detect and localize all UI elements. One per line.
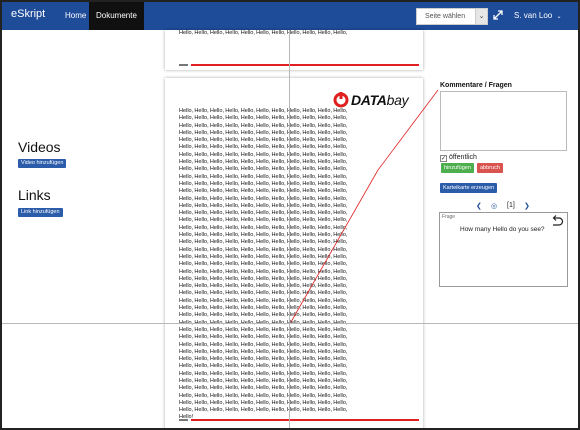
- document-page-current[interactable]: DATAbay Hello, Hello, Hello, Hello, Hell…: [165, 78, 423, 428]
- comments-title: Kommentare / Fragen: [440, 82, 512, 89]
- chevron-left-icon[interactable]: ❮: [476, 202, 482, 210]
- videos-heading: Videos: [18, 139, 61, 155]
- app-window: eSkript Home Dokumente Seite wählen ⌄ S.…: [0, 0, 580, 430]
- databay-logo: DATAbay: [333, 92, 411, 108]
- comment-textarea[interactable]: [440, 91, 567, 151]
- user-menu[interactable]: S. van Loo ⌄: [514, 11, 562, 20]
- guide-line-horizontal: [2, 323, 578, 324]
- page-footer-bar: [179, 419, 188, 421]
- public-checkbox[interactable]: ✓: [440, 155, 447, 162]
- databay-logo-icon: [333, 92, 349, 108]
- document-page-previous[interactable]: Hello, Hello, Hello, Hello, Hello, Hello…: [165, 30, 423, 70]
- page-text: Hello, Hello, Hello, Hello, Hello, Hello…: [179, 108, 348, 421]
- flashcard[interactable]: Frage How many Hello do you see?: [439, 212, 568, 287]
- add-link-button[interactable]: Link hinzufügen: [18, 208, 63, 217]
- brand-logo[interactable]: eSkript: [11, 8, 45, 20]
- top-navbar: eSkript Home Dokumente Seite wählen ⌄ S.…: [2, 2, 578, 30]
- page-select-label: Seite wählen: [425, 13, 466, 20]
- user-caret-icon: ⌄: [556, 14, 562, 20]
- flashcard-label: Frage: [442, 214, 456, 220]
- chevron-right-icon[interactable]: ❯: [524, 202, 530, 210]
- public-toggle[interactable]: ✓ öffentlich: [440, 154, 477, 162]
- expand-arrows-icon[interactable]: [492, 9, 504, 21]
- flashcard-pager: ❮ ◎ [1] ❯: [476, 202, 536, 212]
- user-name: S. van Loo: [514, 11, 553, 20]
- nav-documents[interactable]: Dokumente: [89, 2, 144, 30]
- page-footer-bar: [179, 64, 188, 66]
- add-video-button[interactable]: Video hinzufügen: [18, 159, 67, 168]
- page-footer-accent: [191, 419, 419, 421]
- target-icon[interactable]: ◎: [491, 202, 497, 210]
- flashcard-question: How many Hello do you see?: [460, 226, 545, 233]
- chevron-down-icon[interactable]: ⌄: [475, 9, 487, 24]
- links-heading: Links: [18, 187, 51, 203]
- page-text: Hello, Hello, Hello, Hello, Hello, Hello…: [179, 30, 348, 36]
- cancel-comment-button[interactable]: abbruch: [477, 163, 503, 173]
- page-footer-accent: [191, 64, 419, 66]
- public-label: öffentlich: [449, 154, 477, 161]
- flashcard-counter: [1]: [507, 202, 515, 209]
- logo-text: DATAbay: [351, 92, 409, 108]
- guide-line-vertical: [289, 30, 290, 428]
- create-flashcard-button[interactable]: Karteikarte erzeugen: [440, 183, 498, 193]
- add-comment-button[interactable]: hinzufügen: [441, 163, 474, 173]
- page-select[interactable]: Seite wählen ⌄: [416, 8, 488, 25]
- flip-card-icon[interactable]: [550, 215, 564, 227]
